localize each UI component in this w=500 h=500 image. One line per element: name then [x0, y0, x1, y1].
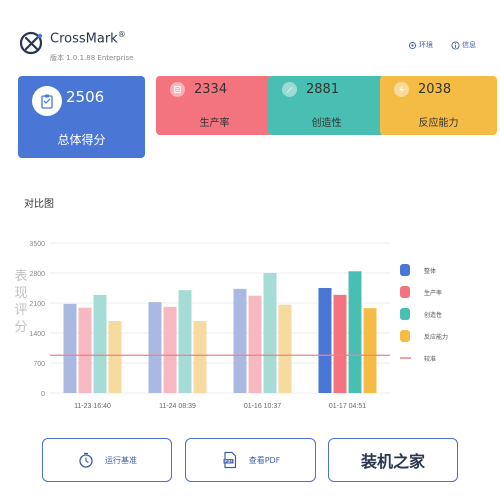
y-axis-label-char: 表: [14, 269, 27, 284]
creativity-card: 2881 创造性: [268, 76, 385, 135]
y-tick-label: 2100: [29, 301, 45, 308]
y-tick-label: 2800: [29, 271, 45, 278]
x-tick-label: 01-17 04:51: [329, 403, 366, 410]
third-action-label: 装机之家: [360, 452, 425, 471]
bar: [78, 307, 92, 393]
overall-score-label: 总体得分: [57, 133, 106, 147]
bar: [148, 302, 162, 393]
bar: [363, 308, 377, 393]
legend-label: 整体: [424, 267, 436, 275]
creativity-label: 创造性: [311, 118, 342, 129]
pdf-file-icon: [223, 451, 236, 469]
y-axis-label-char: 分: [14, 320, 27, 335]
run-benchmark-label: 运行基准: [105, 455, 137, 465]
responsiveness-label: 反应能力: [418, 118, 459, 129]
app-version: 版本 1.0.1.88 Enterprise: [50, 54, 134, 62]
legend-label: 创造性: [424, 311, 442, 319]
pen-icon: [282, 82, 297, 97]
legend-swatch: [400, 330, 410, 342]
third-action-button[interactable]: 装机之家: [328, 438, 458, 482]
bar: [193, 321, 207, 393]
crossmark-logo: [18, 30, 44, 56]
environment-link[interactable]: 环境: [408, 40, 433, 50]
bar: [108, 321, 122, 393]
run-benchmark-button[interactable]: 运行基准: [42, 438, 172, 482]
bar: [348, 271, 362, 393]
productivity-value: 2334: [194, 82, 228, 97]
info-link[interactable]: 信息: [451, 40, 476, 50]
bar: [333, 294, 347, 393]
y-axis-label-char: 评: [14, 303, 27, 318]
bar: [163, 306, 177, 393]
y-tick-label: 0: [41, 391, 45, 398]
view-pdf-label: 查看PDF: [248, 455, 281, 465]
productivity-label: 生产率: [199, 118, 230, 129]
clipboard-icon: [32, 86, 62, 116]
environment-link-label: 环境: [419, 41, 433, 49]
responsiveness-card: 2038 反应能力: [380, 76, 497, 135]
x-tick-label: 11-23 16:40: [74, 403, 111, 410]
bar: [93, 294, 107, 393]
legend-label: 生产率: [424, 289, 442, 297]
creativity-value: 2881: [306, 82, 340, 97]
y-tick-label: 1400: [29, 331, 45, 338]
view-pdf-button[interactable]: 查看PDF: [185, 438, 316, 482]
legend-swatch: [400, 286, 410, 298]
overall-score-card: 2506 总体得分: [18, 76, 145, 158]
comparison-chart-title: 对比图: [24, 199, 54, 210]
responsiveness-value: 2038: [418, 82, 452, 97]
bar: [248, 295, 262, 393]
y-tick-label: 3500: [29, 241, 45, 248]
lightning-icon: [394, 82, 409, 97]
info-icon: [451, 40, 460, 50]
y-axis-label-char: 现: [14, 286, 27, 301]
legend-label: 反应能力: [424, 333, 448, 341]
legend-label: 较准: [424, 355, 436, 363]
bar: [278, 304, 292, 393]
overall-score-value: 2506: [66, 88, 105, 106]
x-tick-label: 11-24 08:39: [159, 403, 196, 410]
legend-swatch: [400, 264, 410, 276]
timer-icon: [79, 452, 93, 468]
info-link-label: 信息: [462, 41, 476, 49]
y-tick-label: 700: [33, 361, 45, 368]
bar: [233, 288, 247, 393]
bar: [318, 288, 332, 393]
gear-icon: [408, 41, 417, 49]
bar: [178, 290, 192, 393]
legend-swatch: [400, 308, 410, 320]
comparison-chart: 0 700 1400 2100 2800 3500 表现评分 11-23 16:40 11-24…: [14, 241, 448, 410]
productivity-card: 2334 生产率: [156, 76, 273, 135]
bar: [263, 273, 277, 393]
document-icon: [170, 82, 185, 97]
bar: [63, 303, 77, 393]
app-title: CrossMark®: [50, 30, 126, 47]
x-tick-label: 01-16 10:37: [244, 403, 281, 410]
